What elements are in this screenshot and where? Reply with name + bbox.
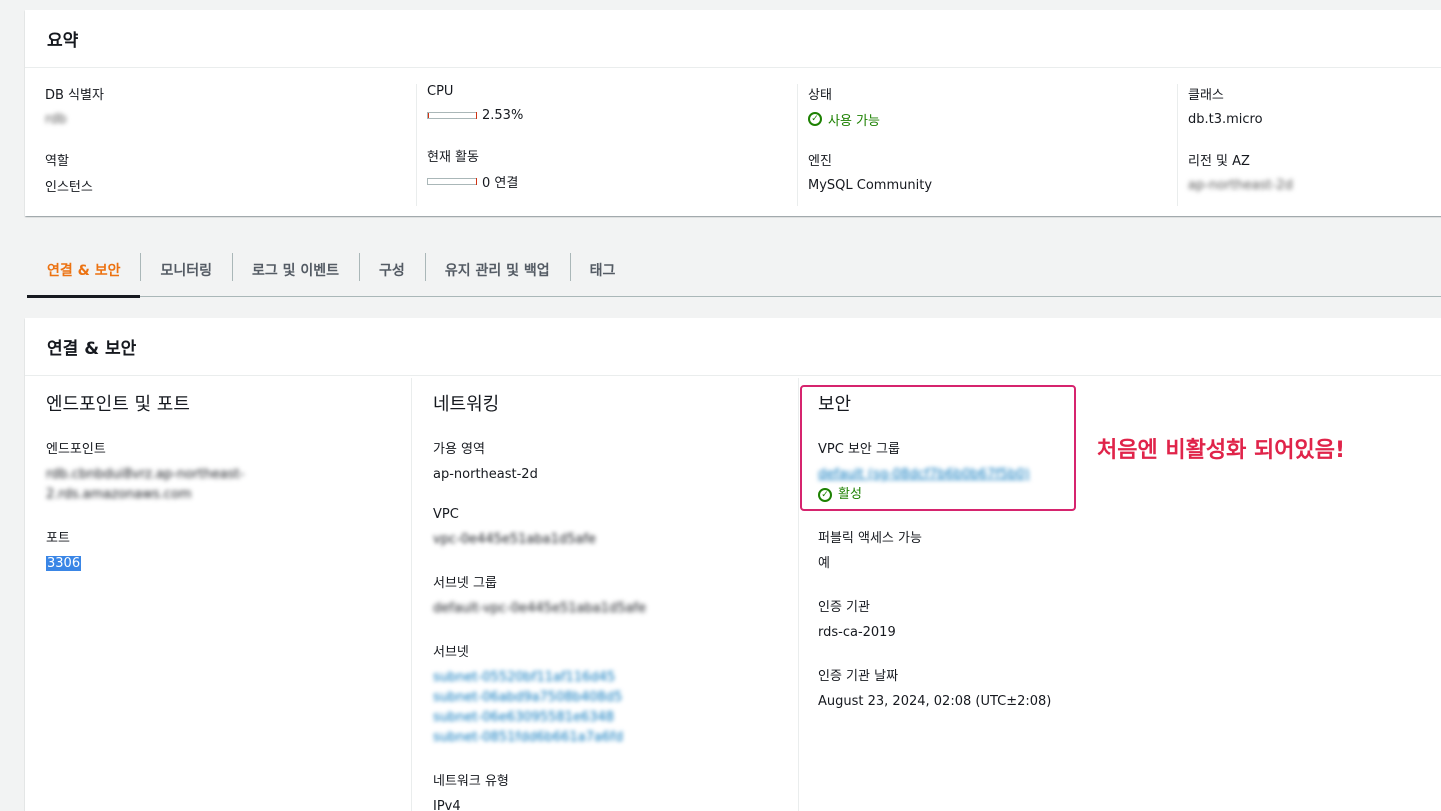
networking-heading: 네트워킹 xyxy=(433,394,500,415)
cpu-value-row: 2.53% xyxy=(427,106,797,124)
summary-grid: DB 식별자 rdb 역할 인스턴스 CPU 2.53% 현재 활동 0 연결 xyxy=(25,70,1441,216)
db-identifier-label: DB 식별자 xyxy=(45,88,104,103)
subnets-list: subnet-05520bf11af116d45 subnet-06abd9a7… xyxy=(433,668,798,748)
role-label: 역할 xyxy=(45,154,69,169)
connectivity-panel: 연결 & 보안 엔드포인트 및 포트 엔드포인트 rdb.cbnbdui8vrz… xyxy=(25,318,1441,811)
cpu-meter-fill xyxy=(428,112,430,118)
tab-maintenance-backups[interactable]: 유지 관리 및 백업 xyxy=(424,243,570,296)
ca-value: rds-ca-2019 xyxy=(818,625,896,640)
public-access-value: 예 xyxy=(818,556,830,571)
activity-label: 현재 활동 xyxy=(427,150,479,165)
status-value-row: ✓ 사용 가능 xyxy=(808,110,1177,129)
status-value: 사용 가능 xyxy=(828,113,880,129)
vpc-sg-value: default (sg-08dcf7b6b0b67f5b0) ✓ 활성 xyxy=(818,465,1198,505)
connectivity-title: 연결 & 보안 xyxy=(25,318,1441,376)
endpoint-label: 엔드포인트 xyxy=(46,442,106,457)
check-circle-icon: ✓ xyxy=(818,488,832,502)
endpoint-value: rdb.cbnbdui8vrz.ap-northeast- 2.rds.amaz… xyxy=(46,467,245,502)
summary-title: 요약 xyxy=(25,10,1441,68)
status-label: 상태 xyxy=(808,88,832,103)
port-label: 포트 xyxy=(46,531,70,546)
network-type-value: IPv4 xyxy=(433,799,461,811)
tab-connectivity-security[interactable]: 연결 & 보안 xyxy=(27,243,141,298)
check-circle-icon: ✓ xyxy=(808,112,822,126)
cpu-value: 2.53% xyxy=(482,107,524,123)
vpc-label: VPC xyxy=(433,507,459,522)
activity-value: 0 연결 xyxy=(482,175,519,191)
vpc-link[interactable]: vpc-0e445e51aba1d5afe xyxy=(433,530,798,550)
cpu-meter xyxy=(427,111,477,119)
networking-column: 네트워킹 가용 영역 ap-northeast-2d VPC vpc-0e445… xyxy=(411,378,798,811)
tab-tags[interactable]: 태그 xyxy=(569,243,636,296)
port-value: 3306 xyxy=(46,556,82,571)
detail-tabs: 연결 & 보안 모니터링 로그 및 이벤트 구성 유지 관리 및 백업 태그 xyxy=(27,243,1441,298)
endpoint-column: 엔드포인트 및 포트 엔드포인트 rdb.cbnbdui8vrz.ap-nort… xyxy=(46,378,411,811)
role-value: 인스턴스 xyxy=(45,179,93,195)
az-value: ap-northeast-2d xyxy=(433,467,538,482)
az-label: 가용 영역 xyxy=(433,442,485,457)
vpc-sg-link[interactable]: default (sg-08dcf7b6b0b67f5b0) xyxy=(818,465,1198,485)
subnet-link[interactable]: subnet-05520bf11af116d45 xyxy=(433,668,798,688)
summary-col-1: DB 식별자 rdb 역할 인스턴스 xyxy=(25,84,416,206)
tab-configuration[interactable]: 구성 xyxy=(359,243,425,296)
endpoint-heading: 엔드포인트 및 포트 xyxy=(46,394,190,415)
tab-logs-events[interactable]: 로그 및 이벤트 xyxy=(232,243,359,296)
subnet-link[interactable]: subnet-0851fdd6b661a7a6fd xyxy=(433,728,798,748)
subnet-link[interactable]: subnet-06abd9a7508b408d5 xyxy=(433,688,798,708)
summary-panel: 요약 DB 식별자 rdb 역할 인스턴스 CPU 2.53% 현재 활동 0 … xyxy=(25,10,1441,216)
port-value-row: 3306 xyxy=(46,554,411,574)
vpc-sg-status-row: ✓ 활성 xyxy=(818,485,1198,505)
activity-meter xyxy=(427,177,477,185)
annotation-text: 처음엔 비활성화 되어있음! xyxy=(1097,438,1345,463)
vpc-sg-status: 활성 xyxy=(838,487,862,502)
summary-col-4: 클래스 db.t3.micro 리전 및 AZ ap-northeast-2d xyxy=(1177,84,1441,206)
region-value: ap-northeast-2d xyxy=(1188,177,1293,193)
ca-label: 인증 기관 xyxy=(818,600,870,615)
subnet-group-value[interactable]: default-vpc-0e445e51aba1d5afe xyxy=(433,599,798,619)
region-label: 리전 및 AZ xyxy=(1188,154,1250,169)
ca-date-value: August 23, 2024, 02:08 (UTC±2:08) xyxy=(818,694,1052,709)
summary-col-3: 상태 ✓ 사용 가능 엔진 MySQL Community xyxy=(797,84,1177,206)
engine-value: MySQL Community xyxy=(808,177,933,193)
class-value: db.t3.micro xyxy=(1188,111,1263,127)
activity-value-row: 0 연결 xyxy=(427,172,797,191)
network-type-label: 네트워크 유형 xyxy=(433,774,509,789)
public-access-label: 퍼블릭 액세스 가능 xyxy=(818,531,922,546)
subnet-link[interactable]: subnet-06e63095581e6348 xyxy=(433,708,798,728)
tab-monitoring[interactable]: 모니터링 xyxy=(140,243,232,296)
db-identifier-value: rdb xyxy=(45,111,67,127)
summary-col-2: CPU 2.53% 현재 활동 0 연결 xyxy=(416,84,797,206)
ca-date-label: 인증 기관 날짜 xyxy=(818,669,899,684)
cpu-label: CPU xyxy=(427,84,454,99)
subnets-label: 서브넷 xyxy=(433,645,469,660)
engine-label: 엔진 xyxy=(808,154,832,169)
security-heading: 보안 xyxy=(818,394,852,415)
subnet-group-label: 서브넷 그룹 xyxy=(433,576,497,591)
class-label: 클래스 xyxy=(1188,88,1224,103)
